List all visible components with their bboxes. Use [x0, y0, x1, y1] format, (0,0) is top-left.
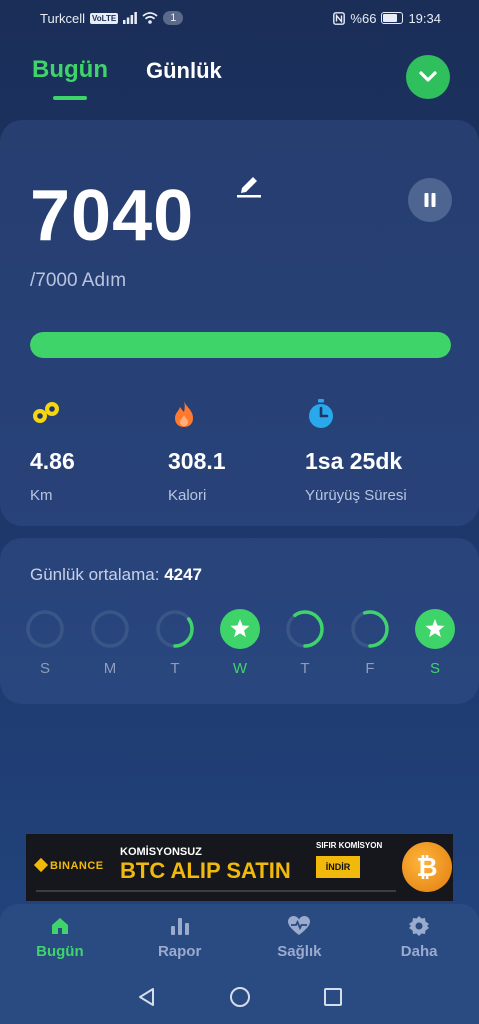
- progress-ring: [351, 610, 389, 648]
- home-circle-icon[interactable]: [229, 986, 251, 1008]
- pause-icon: [424, 193, 436, 207]
- ad-badge: SIFIR KOMİSYON: [316, 841, 383, 850]
- notification-count-badge: 1: [163, 11, 184, 25]
- ad-subtitle: KOMİSYONSUZ: [120, 846, 202, 858]
- pause-button[interactable]: [408, 178, 452, 222]
- flame-icon: [175, 401, 193, 427]
- day-label: W: [232, 660, 248, 677]
- distance-label: Km: [30, 487, 53, 504]
- pencil-icon: [237, 177, 261, 198]
- bottom-nav: Bugün Rapor Sağlık Daha: [0, 904, 479, 970]
- volte-badge: VoLTE: [90, 12, 119, 24]
- ad-brand-text: BINANCE: [50, 860, 104, 872]
- status-bar-right: %66 19:34: [333, 11, 441, 26]
- ad-title: BTC ALIP SATIN: [120, 858, 291, 883]
- battery-icon: [381, 12, 404, 24]
- day-label: T: [300, 660, 310, 677]
- nav-label-health: Sağlık: [277, 942, 322, 960]
- step-progress-bar: [30, 332, 451, 358]
- tab-daily[interactable]: Günlük: [146, 58, 222, 84]
- footprints-icon: [33, 402, 59, 423]
- ad-brand: BINANCE: [33, 857, 104, 873]
- battery-percent: %66: [350, 10, 377, 26]
- nav-item-health[interactable]: Sağlık: [249, 915, 349, 960]
- day-label: M: [103, 660, 117, 677]
- active-tab-indicator: [53, 96, 87, 100]
- signal-icon: [123, 12, 138, 24]
- day-label: S: [39, 660, 50, 677]
- binance-logo-icon: [33, 857, 49, 873]
- top-tabs: Bugün Günlük: [32, 56, 222, 84]
- week-progress: SMTWTFS: [24, 608, 456, 677]
- daily-average: Günlük ortalama: 4247: [30, 565, 202, 585]
- distance-value: 4.86: [30, 448, 75, 474]
- goal-star-icon: [220, 609, 260, 649]
- day-progress: S: [24, 608, 66, 677]
- nav-item-more[interactable]: Daha: [369, 915, 469, 960]
- gear-icon: [409, 915, 430, 936]
- day-label: F: [365, 660, 375, 677]
- stat-distance: 4.86 Km: [30, 398, 75, 504]
- system-nav-bar: [0, 970, 479, 1024]
- expand-button[interactable]: [406, 55, 450, 99]
- stat-walk-time: 1sa 25dk Yürüyüş Süresi: [305, 398, 407, 504]
- day-progress: M: [89, 608, 131, 677]
- goal-star-icon: [415, 609, 455, 649]
- step-count: 7040: [30, 176, 195, 256]
- walk-time-label: Yürüyüş Süresi: [305, 487, 407, 504]
- recent-apps-icon[interactable]: [322, 986, 344, 1008]
- nav-label-today: Bugün: [36, 942, 84, 960]
- nfc-icon: [333, 11, 346, 25]
- nav-item-report[interactable]: Rapor: [130, 915, 230, 960]
- back-icon[interactable]: [136, 986, 158, 1008]
- home-icon: [51, 917, 68, 934]
- day-label: T: [170, 660, 180, 677]
- daily-average-value: 4247: [164, 565, 203, 584]
- progress-ring: [286, 610, 324, 648]
- clock: 19:34: [408, 10, 441, 26]
- bitcoin-icon: ₿: [402, 842, 452, 892]
- step-progress-fill: [30, 332, 451, 358]
- progress-ring: [91, 610, 129, 648]
- ad-banner[interactable]: BINANCE KOMİSYONSUZ BTC ALIP SATIN SIFIR…: [26, 834, 453, 901]
- day-progress: T: [154, 608, 196, 677]
- day-progress: W: [219, 608, 261, 677]
- step-goal: /7000 Adım: [30, 270, 127, 291]
- heart-pulse-icon: [288, 915, 311, 935]
- progress-ring: [156, 610, 194, 648]
- daily-average-label: Günlük ortalama:: [30, 565, 160, 584]
- progress-ring: [26, 610, 64, 648]
- day-progress: S: [414, 608, 456, 677]
- tab-today[interactable]: Bugün: [32, 56, 108, 84]
- nav-item-today[interactable]: Bugün: [10, 915, 110, 960]
- stat-calories: 308.1 Kalori: [168, 398, 226, 504]
- nav-label-report: Rapor: [157, 942, 202, 960]
- edit-steps-button[interactable]: [236, 170, 262, 203]
- day-label: S: [429, 660, 440, 677]
- ad-fine-print: [36, 890, 396, 892]
- ad-download-button[interactable]: İNDİR: [316, 856, 360, 878]
- bar-chart-icon: [170, 917, 189, 935]
- chevron-down-icon: [419, 71, 437, 82]
- stopwatch-icon: [309, 399, 333, 428]
- wifi-icon: [142, 12, 158, 24]
- status-bar-left: Turkcell VoLTE 1: [40, 10, 184, 26]
- nav-label-more: Daha: [400, 942, 438, 960]
- walk-time-value: 1sa 25dk: [305, 448, 403, 474]
- day-progress: F: [349, 608, 391, 677]
- status-bar: Turkcell VoLTE 1 %66 19:34: [0, 0, 479, 36]
- carrier-name: Turkcell: [40, 10, 86, 26]
- calories-value: 308.1: [168, 448, 226, 474]
- calories-label: Kalori: [168, 487, 207, 504]
- day-progress: T: [284, 608, 326, 677]
